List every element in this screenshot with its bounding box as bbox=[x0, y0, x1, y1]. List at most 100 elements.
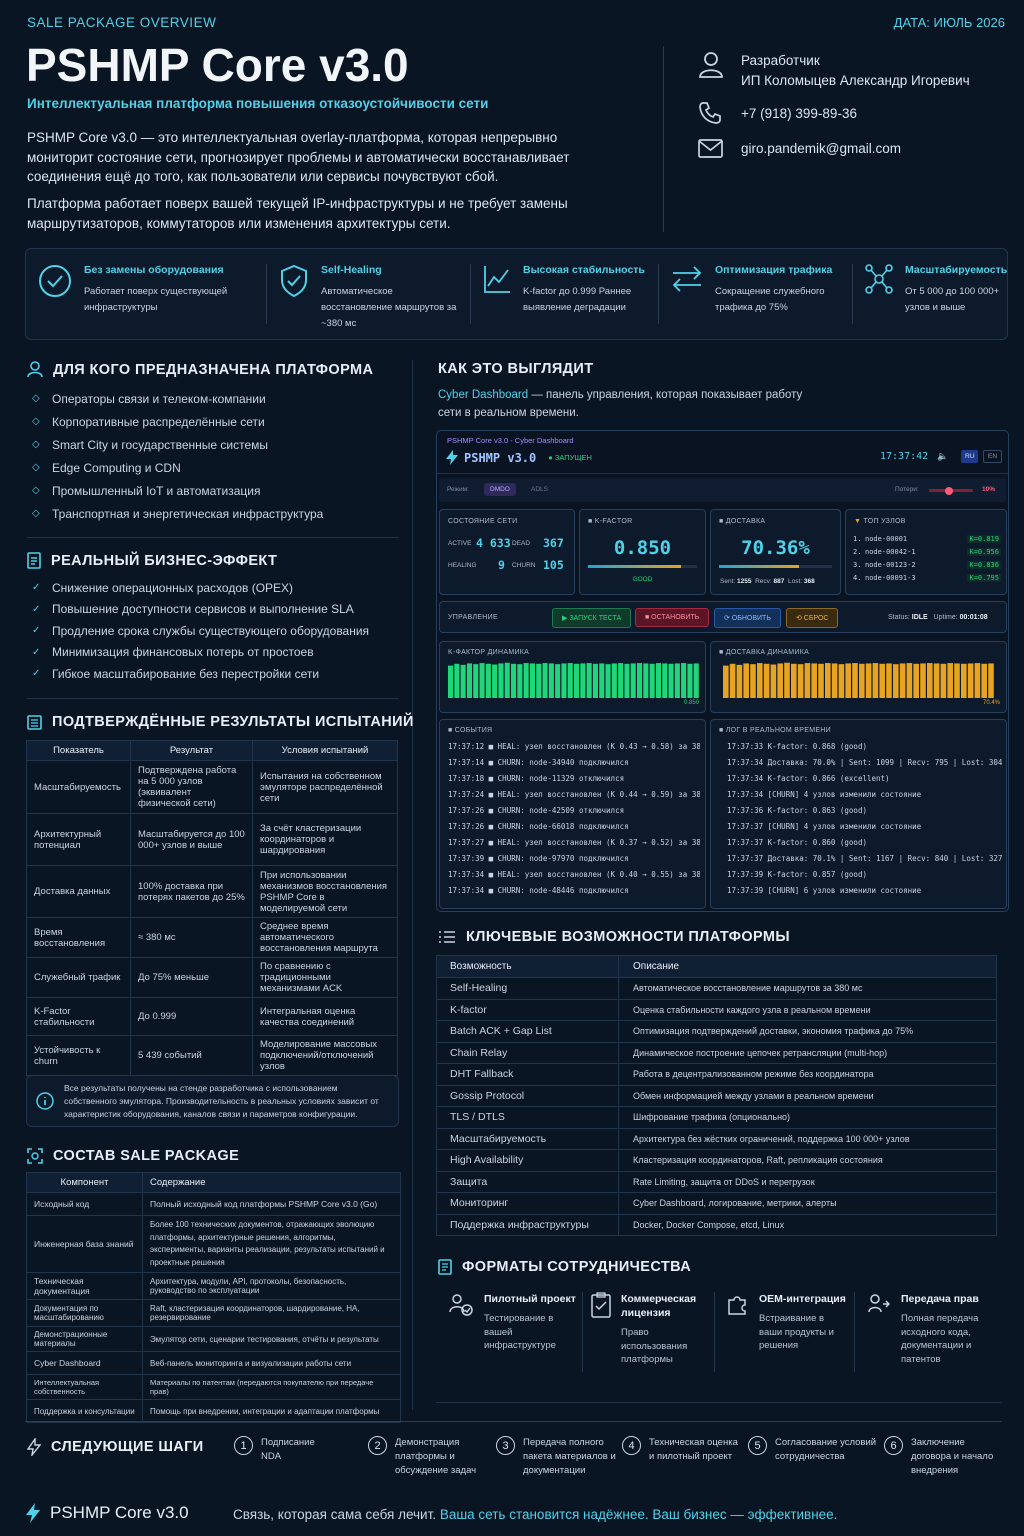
loss-slider[interactable] bbox=[929, 486, 973, 495]
log-line: 17:37:34 ■ HEAL: узел восстановлен (K 0.… bbox=[448, 870, 700, 879]
node-id: node-00001 bbox=[865, 534, 908, 543]
table-cell: До 75% меньше bbox=[130, 957, 253, 998]
card-label: ■ ДОСТАВКА ДИНАМИКА bbox=[719, 649, 810, 656]
table-cell: Self-Healing bbox=[436, 977, 619, 1000]
chart-bar bbox=[592, 663, 598, 698]
reset-button[interactable]: ⟲ СБРОС bbox=[786, 608, 839, 628]
chart-bar bbox=[624, 663, 630, 698]
package-table-wrap: Компонент Содержание Исходный код Полный и… bbox=[26, 1172, 401, 1423]
lang-ru-button[interactable]: RU bbox=[961, 450, 979, 463]
table-cell: Исходный код bbox=[26, 1192, 143, 1216]
status-badge: ● ЗАПУЩЕН bbox=[548, 453, 592, 462]
dashboard-link[interactable]: Cyber Dashboard bbox=[438, 389, 528, 401]
node-k: K=0.836 bbox=[967, 560, 1001, 569]
results-note-text: Все результаты получены на стенде разраб… bbox=[64, 1082, 379, 1119]
list-item: ◇ Smart City и государственные системы bbox=[32, 437, 269, 452]
dashboard-clock: 17:37:42 bbox=[880, 451, 929, 462]
footer-tag-2: Ваша сеть становится надёжнее. bbox=[439, 1507, 649, 1522]
list-item: ◇ Операторы связи и телеком-компании bbox=[32, 391, 266, 406]
refresh-button[interactable]: ⟳ ОБНОВИТЬ bbox=[714, 608, 781, 628]
chart-bar bbox=[893, 664, 899, 698]
loss-slider-handle[interactable] bbox=[944, 486, 953, 495]
start-test-button[interactable]: ▶ ЗАПУСК ТЕСТА bbox=[552, 608, 632, 628]
stat-label: Lost: bbox=[788, 578, 803, 585]
top-nodes-list: 1. node-00001 K=0.819 2. node-00042-1 K=0.95… bbox=[853, 532, 1001, 584]
chart-bar bbox=[988, 663, 994, 698]
chart-bar bbox=[967, 663, 974, 698]
chart-bar bbox=[940, 663, 947, 698]
chart-bar bbox=[529, 663, 535, 698]
chart-bar bbox=[580, 663, 586, 698]
table-cell: Работа в децентрализованном режиме без к… bbox=[618, 1063, 997, 1086]
log-line: 17:37:34 ■ CHURN: node-48446 подключился bbox=[448, 886, 629, 895]
table-cell: Docker, Docker Compose, etcd, Linux bbox=[618, 1213, 997, 1236]
active-count: 4 633 bbox=[476, 536, 511, 550]
steps-title-text: СЛЕДУЮЩИЕ ШАГИ bbox=[51, 1439, 204, 1455]
stop-button[interactable]: ■ ОСТАНОВИТЬ bbox=[635, 608, 710, 627]
coop-item: Передача прав Полная передача исходного к… bbox=[855, 1292, 1005, 1372]
chart-bar bbox=[523, 663, 529, 698]
results-table-wrap: Показатель Результат Условия испытаний Мас… bbox=[26, 740, 398, 1076]
table-row: Масштабируемость Подтверждена работа на 5… bbox=[26, 760, 398, 814]
log-line: 17:37:39 [CHURN] 6 узлов изменили состоя… bbox=[727, 886, 922, 895]
table-row: Мониторинг Cyber Dashboard, логирование, … bbox=[436, 1192, 997, 1215]
divider bbox=[437, 473, 1008, 474]
table-cell: Веб-панель мониторинга и визуализации ра… bbox=[142, 1351, 401, 1375]
list-item: 1. node-00001 K=0.819 bbox=[853, 532, 1001, 545]
capabilities-table-wrap: Возможность Описание Self-Healing Автомати… bbox=[436, 955, 997, 1236]
node-id: node-00123-2 bbox=[865, 560, 916, 569]
feature-desc: K-factor до 0.999 Раннее выявление дегра… bbox=[523, 286, 632, 313]
chart-bar bbox=[649, 663, 655, 698]
lang-en-button[interactable]: EN bbox=[983, 450, 1003, 463]
list-item-text: Промышленный IoT и автоматизация bbox=[52, 483, 261, 498]
list-item: 4. node-00091-3 K=0.795 bbox=[853, 571, 1001, 584]
log-line: 17:37:18 ■ CHURN: node-11329 отключился bbox=[448, 774, 625, 783]
delivery-stats: Sent: 1255 Recv: 887 Lost: 368 bbox=[720, 578, 815, 585]
table-cell: Время восстановления bbox=[26, 917, 131, 958]
coop-item-title: Пилотный проект bbox=[484, 1293, 576, 1305]
divider bbox=[27, 537, 399, 538]
capabilities-title-text: КЛЮЧЕВЫЕ ВОЗМОЖНОСТИ ПЛАТФОРМЫ bbox=[466, 929, 790, 945]
divider bbox=[27, 698, 399, 699]
log-line: 17:37:24 ■ HEAL: узел восстановлен (K 0.… bbox=[448, 790, 700, 799]
node-id: node-00091-3 bbox=[865, 573, 916, 582]
table-cell: Эмулятор сети, сценарии тестирования, от… bbox=[142, 1326, 401, 1352]
chart-bar bbox=[872, 663, 879, 698]
log-line: 17:37:39 K-factor: 0.857 (good) bbox=[727, 870, 867, 879]
table-header: Возможность bbox=[436, 955, 619, 978]
kfactor-card: ■ K-FACTOR 0.850 GOOD bbox=[579, 509, 706, 595]
card-label-text: ДОСТАВКА bbox=[725, 518, 766, 525]
list-item: ✓ Продление срока службы существующего об… bbox=[32, 623, 370, 638]
list-icon bbox=[438, 930, 456, 944]
chart-bar bbox=[574, 663, 580, 698]
chart-bar bbox=[599, 663, 605, 698]
phone-link[interactable]: +7 (918) 399-89-36 bbox=[741, 106, 857, 121]
realtime-log: 17:37:33 K-factor: 0.868 (good) 17:37:34 … bbox=[727, 742, 1003, 902]
mode-adls-button[interactable]: ADLS bbox=[531, 486, 548, 493]
table-cell: Масштабируется до 100 000+ узлов и выше bbox=[130, 813, 253, 866]
chart-bar bbox=[504, 662, 510, 698]
shield-icon bbox=[279, 264, 309, 324]
chart-bar bbox=[804, 663, 811, 698]
table-cell: Оптимизация подтверждений доставки, экон… bbox=[618, 1020, 997, 1043]
list-item: 2. node-00042-1 K=0.956 bbox=[853, 545, 1001, 558]
chart-bar bbox=[954, 663, 960, 698]
chart-bar bbox=[548, 663, 554, 698]
lost-count: 368 bbox=[803, 578, 815, 585]
mode-dmdo-button[interactable]: DMDO bbox=[484, 483, 516, 496]
feature-title: Self-Healing bbox=[321, 264, 382, 276]
list-item-text: Продление срока службы существующего обо… bbox=[52, 623, 370, 638]
results-note: Все результаты получены на стенде разраб… bbox=[26, 1075, 399, 1127]
coop-item-desc: Тестирование в вашей инфраструктуре bbox=[484, 1313, 556, 1351]
log-line: 17:37:14 ■ CHURN: node-34940 подключился bbox=[448, 758, 629, 767]
person-icon bbox=[698, 50, 724, 78]
table-cell: K-Factor стабильности bbox=[26, 997, 131, 1036]
stat-label: HEALING bbox=[448, 562, 477, 569]
email-link[interactable]: giro.pandemik@gmail.com bbox=[741, 141, 901, 156]
table-cell: High Availability bbox=[436, 1149, 619, 1172]
chart-bar bbox=[618, 663, 624, 698]
speaker-icon[interactable]: 🔈 bbox=[937, 451, 948, 462]
churn-count: 105 bbox=[543, 558, 564, 572]
feature-title: Без замены оборудования bbox=[84, 264, 224, 276]
node-k: K=0.956 bbox=[967, 547, 1001, 556]
